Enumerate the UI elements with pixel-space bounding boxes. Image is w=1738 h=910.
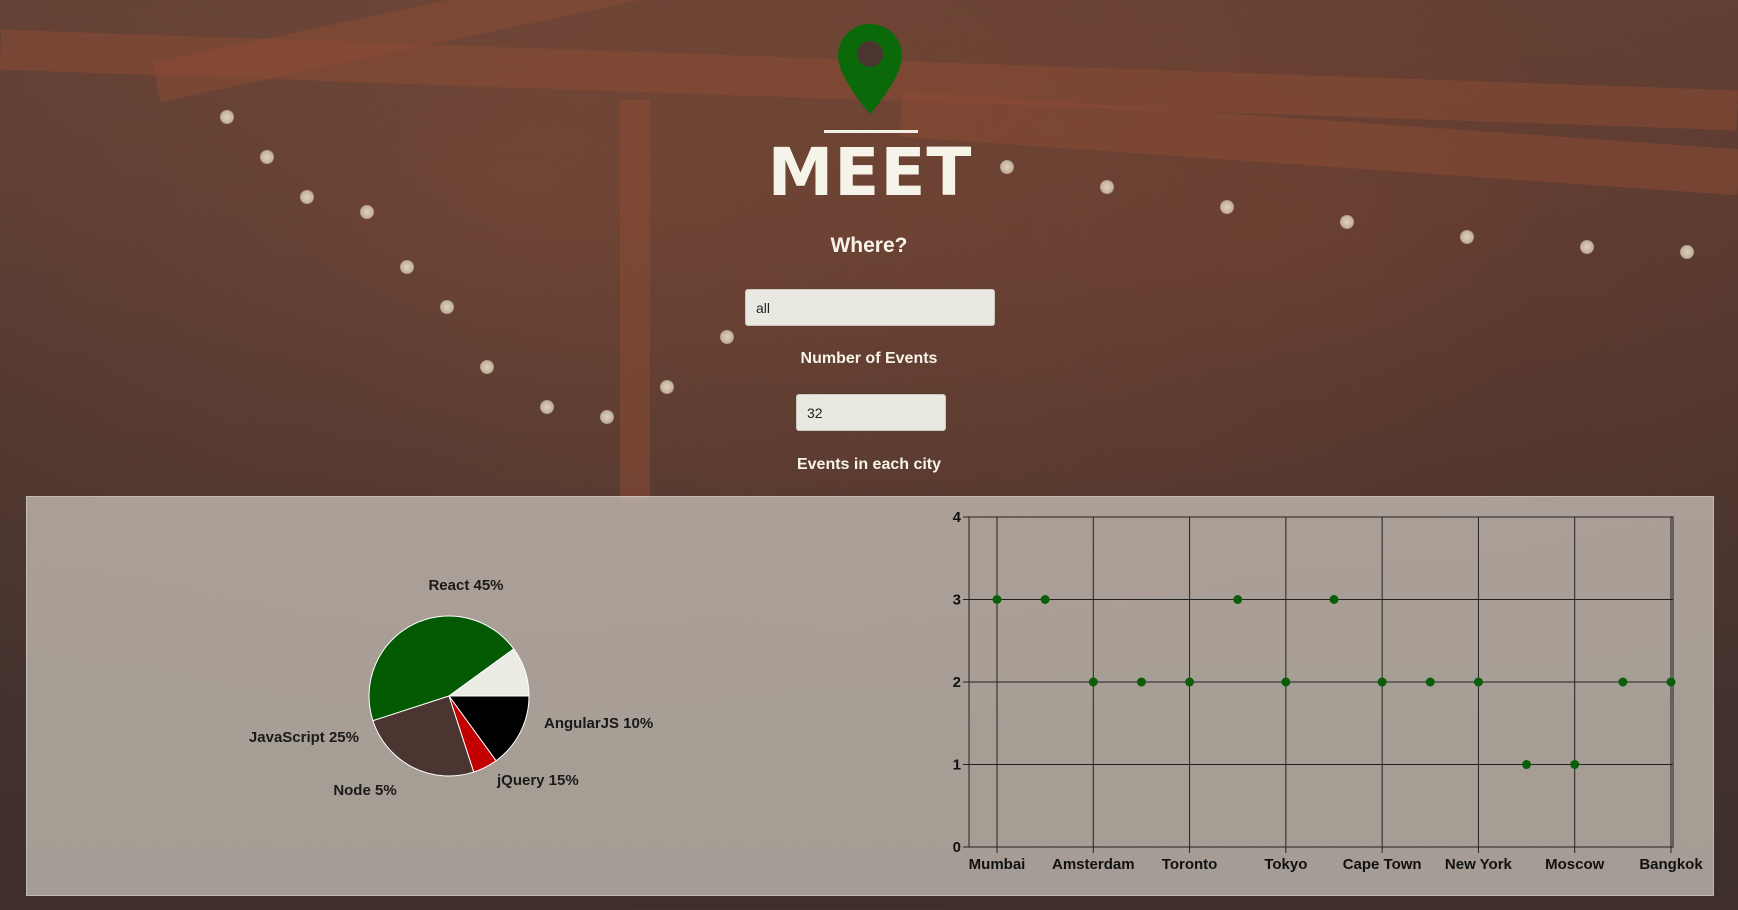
city-search-input[interactable] [745, 289, 995, 326]
scatter-point [1281, 677, 1291, 687]
y-tick-label: 0 [953, 839, 961, 856]
x-tick-label: Moscow [1545, 856, 1605, 873]
x-tick-label: Cape Town [1343, 856, 1422, 873]
where-label: Where? [830, 234, 908, 257]
pie-slice-label: React 45% [428, 577, 503, 594]
app-title: MEET [767, 134, 973, 211]
x-tick-label: Bangkok [1639, 856, 1703, 873]
y-tick-label: 4 [953, 509, 962, 526]
number-of-events-label: Number of Events [800, 350, 938, 367]
number-of-events-input[interactable] [796, 394, 946, 431]
scatter-point [1233, 595, 1243, 604]
scatter-point [1136, 677, 1146, 687]
x-tick-label: Tokyo [1264, 856, 1307, 873]
pie-slice-label: JavaScript 25% [249, 729, 359, 746]
x-tick-label: New York [1445, 856, 1513, 873]
x-tick-label: Mumbai [969, 856, 1026, 873]
title-rule [824, 130, 918, 133]
scatter-point [1473, 677, 1483, 687]
scatter-point [1329, 595, 1339, 604]
events-per-city-heading: Events in each city [796, 456, 942, 473]
scatter-point [1425, 677, 1435, 687]
scatter-point [1040, 595, 1050, 604]
charts-panel: React 45% AngularJS 10% jQuery 15% Node 5% J… [26, 496, 1714, 896]
location-pin-icon [838, 24, 902, 114]
pie-slice-label: jQuery 15% [496, 772, 579, 789]
pie-slice-label: AngularJS 10% [544, 715, 653, 732]
scatter-point [1377, 677, 1387, 687]
y-tick-label: 2 [953, 674, 961, 691]
y-tick-label: 3 [953, 592, 961, 609]
genre-pie-chart: React 45% AngularJS 10% jQuery 15% Node 5% J… [249, 577, 653, 799]
y-tick-label: 1 [953, 757, 961, 774]
x-tick-label: Amsterdam [1052, 856, 1135, 873]
scatter-point [1570, 760, 1580, 769]
scatter-point [1185, 677, 1195, 687]
scatter-point [1666, 677, 1676, 687]
x-tick-label: Toronto [1162, 856, 1218, 873]
events-scatter-chart: 0 1 2 3 4 Mumbai Amsterdam Toronto Tokyo Cape Tow… [953, 509, 1704, 873]
scatter-point [1522, 760, 1532, 769]
scatter-point [1088, 677, 1098, 687]
scatter-point [1618, 677, 1628, 687]
scatter-point [992, 595, 1002, 604]
pie-slice-label: Node 5% [333, 782, 396, 799]
